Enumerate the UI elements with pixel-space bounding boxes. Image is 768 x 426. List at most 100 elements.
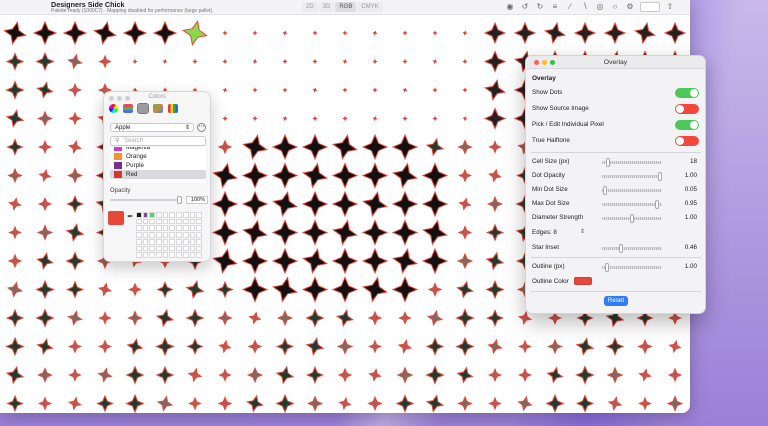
halftone-dot[interactable] — [222, 115, 228, 122]
halftone-dot[interactable] — [518, 339, 532, 354]
halftone-dot[interactable] — [3, 21, 27, 45]
halftone-dot[interactable] — [432, 58, 438, 65]
halftone-dot[interactable] — [65, 223, 85, 242]
swatch-cell[interactable] — [182, 245, 189, 252]
halftone-dot[interactable] — [605, 337, 625, 356]
halftone-dot[interactable] — [668, 339, 682, 354]
swatch-cell[interactable] — [182, 252, 189, 258]
halftone-dot[interactable] — [421, 162, 449, 189]
dot-opacity-slider[interactable] — [602, 172, 662, 181]
halftone-dot[interactable] — [5, 80, 25, 100]
halftone-dot[interactable] — [188, 396, 202, 411]
halftone-dot[interactable] — [395, 394, 415, 413]
halftone-dot[interactable] — [331, 190, 359, 218]
halftone-dot[interactable] — [432, 30, 438, 36]
halftone-dot[interactable] — [68, 368, 82, 382]
halftone-dot[interactable] — [97, 339, 113, 354]
halftone-dot[interactable] — [218, 339, 232, 354]
halftone-dot[interactable] — [241, 276, 269, 303]
halftone-dot[interactable] — [456, 252, 474, 270]
swatch-cell[interactable] — [149, 252, 156, 258]
halftone-dot[interactable] — [132, 58, 138, 65]
diameter-strength-slider[interactable] — [602, 214, 662, 223]
swatch-cell[interactable] — [189, 212, 196, 218]
halftone-dot[interactable] — [337, 367, 353, 383]
globe-icon[interactable]: ◎ — [595, 2, 605, 12]
swatch-cell[interactable] — [149, 212, 156, 218]
mode-2d-button[interactable]: 2D — [302, 2, 318, 12]
halftone-dot[interactable] — [36, 337, 54, 356]
halftone-dot[interactable] — [546, 366, 564, 384]
swatch-cell[interactable] — [136, 232, 142, 238]
halftone-dot[interactable] — [301, 133, 329, 161]
halftone-dot[interactable] — [67, 53, 83, 70]
halftone-dot[interactable] — [305, 308, 325, 328]
halftone-dot[interactable] — [96, 394, 114, 413]
swatch-cell[interactable] — [182, 232, 189, 238]
halftone-dot[interactable] — [457, 139, 473, 155]
halftone-dot[interactable] — [37, 196, 53, 212]
swatch-cell[interactable] — [156, 225, 162, 232]
halftone-dot[interactable] — [282, 115, 288, 122]
halftone-dot[interactable] — [391, 219, 419, 246]
halftone-dot[interactable] — [458, 197, 472, 211]
swatch-cell[interactable] — [196, 218, 202, 225]
halftone-dot[interactable] — [456, 280, 474, 299]
halftone-dot[interactable] — [488, 396, 502, 411]
halftone-dot[interactable] — [575, 337, 595, 356]
halftone-dot[interactable] — [97, 282, 113, 297]
halftone-dot[interactable] — [666, 395, 684, 412]
halftone-dot[interactable] — [8, 197, 22, 211]
color-list-item[interactable]: Red — [110, 170, 206, 179]
halftone-dot[interactable] — [37, 367, 53, 383]
halftone-dot[interactable] — [301, 219, 329, 246]
swatch-cell[interactable] — [142, 245, 149, 252]
swatch-cell[interactable] — [136, 238, 142, 245]
halftone-dot[interactable] — [301, 276, 329, 303]
halftone-dot[interactable] — [155, 308, 175, 328]
halftone-dot[interactable] — [372, 58, 378, 65]
swatch-cell[interactable] — [176, 232, 182, 238]
halftone-dot[interactable] — [282, 30, 288, 36]
opacity-slider[interactable] — [110, 199, 182, 201]
halftone-dot[interactable] — [332, 134, 358, 160]
swatch-cell[interactable] — [142, 252, 149, 258]
halftone-dot[interactable] — [305, 337, 325, 356]
cell-size-slider[interactable] — [602, 158, 662, 167]
swatch-cell[interactable] — [189, 245, 196, 252]
halftone-dot[interactable] — [271, 162, 299, 189]
swatch-cell[interactable] — [162, 238, 169, 245]
swatch-cell[interactable] — [182, 238, 189, 245]
halftone-dot[interactable] — [36, 252, 54, 270]
halftone-dot[interactable] — [391, 276, 419, 303]
halftone-dot[interactable] — [335, 308, 355, 328]
halftone-dot[interactable] — [456, 366, 474, 384]
swatch-cell[interactable] — [156, 218, 162, 225]
share-icon[interactable]: ⇧ — [665, 2, 675, 12]
halftone-dot[interactable] — [68, 111, 82, 126]
swatch-cell[interactable] — [162, 212, 169, 218]
swatch-cell[interactable] — [156, 232, 162, 238]
halftone-dot[interactable] — [98, 311, 112, 325]
swatch-cell[interactable] — [196, 232, 202, 238]
swatch-cell[interactable] — [169, 212, 176, 218]
halftone-dot[interactable] — [462, 30, 468, 36]
halftone-dot[interactable] — [545, 393, 565, 413]
halftone-dot[interactable] — [271, 219, 299, 246]
halftone-dot[interactable] — [488, 140, 502, 154]
halftone-dot[interactable] — [241, 247, 269, 275]
halftone-dot[interactable] — [185, 308, 205, 328]
halftone-dot[interactable] — [35, 51, 55, 72]
halftone-dot[interactable] — [306, 395, 324, 412]
color-palettes-icon[interactable] — [137, 103, 149, 114]
halftone-dot[interactable] — [242, 134, 268, 160]
halftone-dot[interactable] — [421, 247, 449, 275]
swatch-cell[interactable] — [142, 238, 149, 245]
halftone-dot[interactable] — [125, 393, 145, 413]
halftone-dot[interactable] — [486, 309, 504, 327]
halftone-dot[interactable] — [252, 115, 258, 122]
palette-menu-icon[interactable]: ⋯ — [197, 123, 206, 132]
halftone-dot[interactable] — [37, 139, 53, 155]
swatch-cell[interactable] — [136, 252, 142, 258]
halftone-dot[interactable] — [425, 337, 445, 356]
